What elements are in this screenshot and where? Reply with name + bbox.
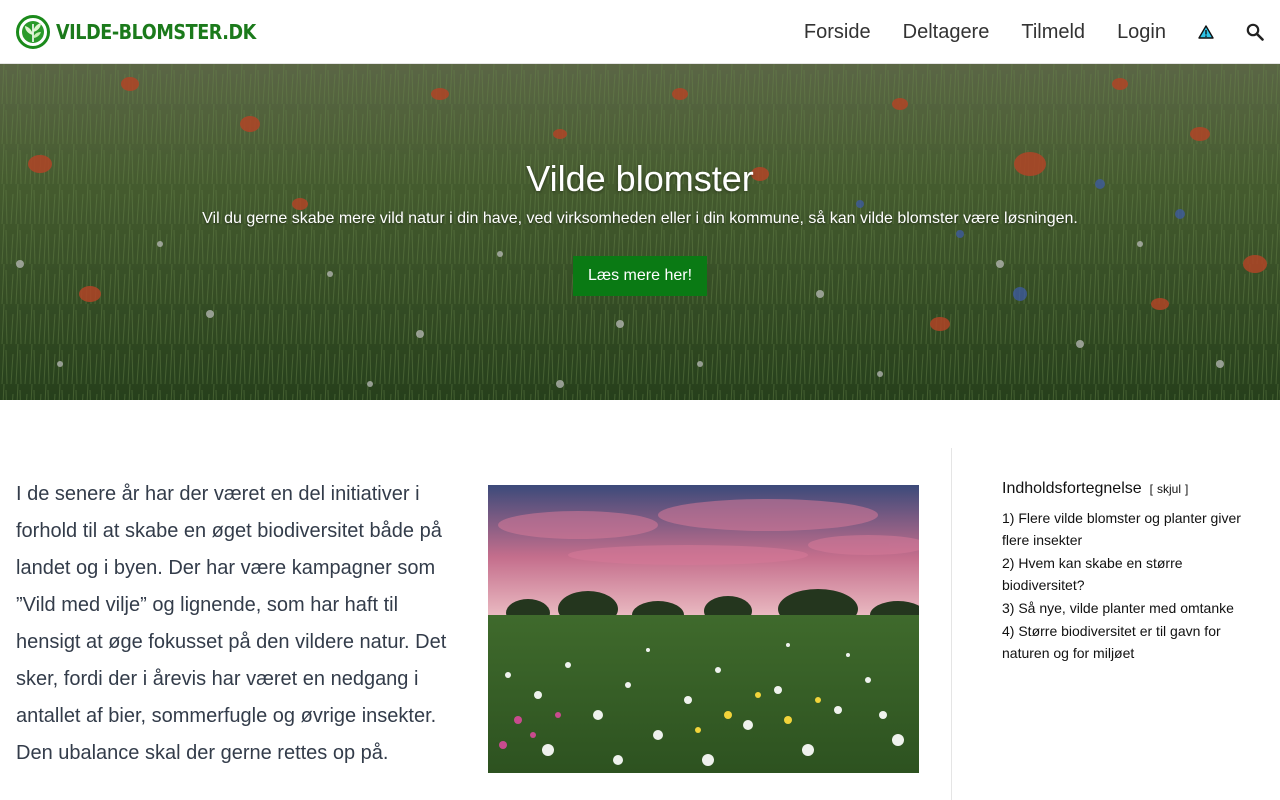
toc-item: 2) Hvem kan skabe en større biodiversite… — [1002, 552, 1264, 596]
toc-title: Indholdsfortegnelse — [1002, 480, 1142, 497]
hero-content: Vilde blomster Vil du gerne skabe mere v… — [0, 64, 1280, 400]
toc-bracket-open: [ — [1149, 482, 1153, 496]
hero-banner: Vilde blomster Vil du gerne skabe mere v… — [0, 64, 1280, 400]
toc-link-2[interactable]: 2) Hvem kan skabe en større biodiversite… — [1002, 555, 1183, 593]
toc-link-3[interactable]: 3) Så nye, vilde planter med omtanke — [1002, 600, 1234, 616]
flower-logo-icon — [16, 15, 50, 49]
flower-meadow-sunset-image — [488, 485, 919, 773]
toc-bracket-close: ] — [1185, 482, 1189, 496]
toc-link-4[interactable]: 4) Større biodiversitet er til gavn for … — [1002, 623, 1221, 661]
sidebar-divider — [951, 448, 952, 800]
toc-item-number: 4) — [1002, 623, 1015, 639]
hero-subtitle: Vil du gerne skabe mere vild natur i din… — [202, 210, 1078, 227]
read-more-button[interactable]: Læs mere her! — [573, 256, 707, 296]
toc-item-label: Så nye, vilde planter med omtanke — [1018, 600, 1234, 616]
toc-item-label: Hvem kan skabe en større biodiversitet? — [1002, 555, 1183, 593]
nav-item-forside[interactable]: Forside — [804, 0, 871, 64]
toc-item: 3) Så nye, vilde planter med omtanke — [1002, 597, 1264, 619]
toc-toggle: [ skjul] — [1150, 482, 1189, 496]
logo-text: VILDE-BLOMSTER.DK — [56, 20, 256, 44]
toc-header: Indholdsfortegnelse [ skjul] — [1002, 480, 1264, 498]
toc-hide-link[interactable]: skjul — [1157, 482, 1181, 496]
nav-item-login[interactable]: Login — [1117, 0, 1166, 64]
nav-item-tilmeld[interactable]: Tilmeld — [1021, 0, 1085, 64]
warning-triangle-icon[interactable] — [1198, 0, 1214, 64]
toc-item-number: 3) — [1002, 600, 1015, 616]
main-content: I de senere år har der været en del init… — [0, 400, 1280, 800]
toc-item: 4) Større biodiversitet er til gavn for … — [1002, 620, 1264, 664]
intro-paragraph: I de senere år har der været en del init… — [16, 483, 447, 764]
toc-item-number: 1) — [1002, 510, 1015, 526]
site-logo[interactable]: VILDE-BLOMSTER.DK — [16, 14, 283, 50]
toc-item: 1) Flere vilde blomster og planter giver… — [1002, 507, 1264, 551]
site-header: VILDE-BLOMSTER.DK Forside Deltagere Tilm… — [0, 0, 1280, 64]
toc-list: 1) Flere vilde blomster og planter giver… — [1002, 507, 1264, 664]
toc-item-label: Flere vilde blomster og planter giver fl… — [1002, 510, 1241, 548]
toc-link-1[interactable]: 1) Flere vilde blomster og planter giver… — [1002, 510, 1241, 548]
main-nav: Forside Deltagere Tilmeld Login — [804, 0, 1264, 64]
search-icon[interactable] — [1246, 0, 1264, 64]
hero-title: Vilde blomster — [526, 158, 754, 199]
nav-item-deltagere[interactable]: Deltagere — [903, 0, 990, 64]
toc-item-number: 2) — [1002, 555, 1015, 571]
toc-item-label: Større biodiversitet er til gavn for nat… — [1002, 623, 1221, 661]
table-of-contents: Indholdsfortegnelse [ skjul] 1) Flere vil… — [1002, 480, 1264, 665]
